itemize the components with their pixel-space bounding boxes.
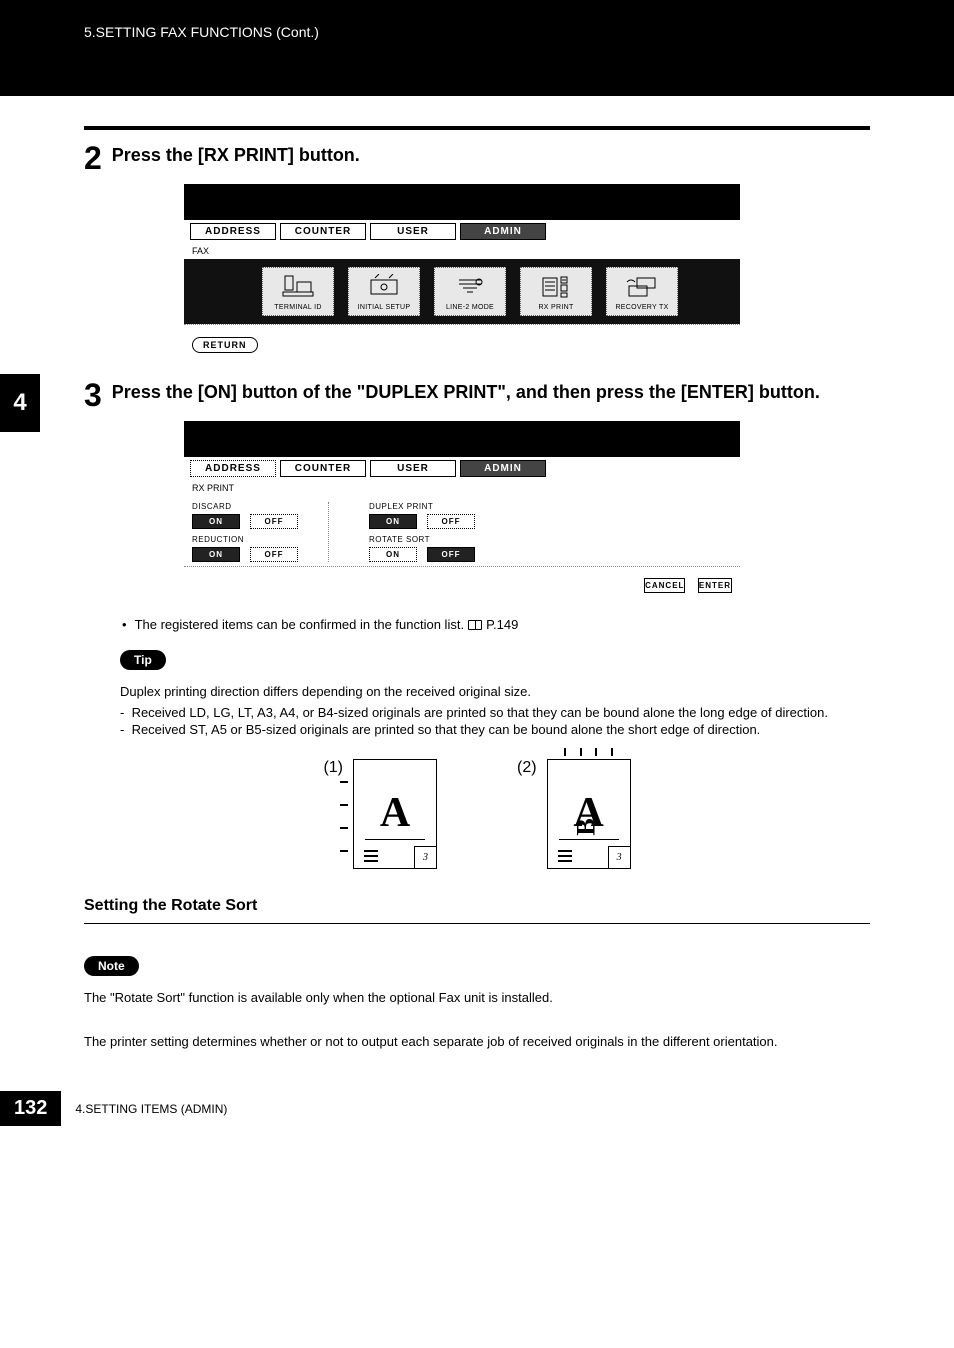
registered-note: • The registered items can be confirmed … [122, 617, 870, 632]
page-fold: 3 [608, 846, 630, 868]
recovery-tx-button[interactable]: RECOVERY TX [606, 267, 678, 316]
rotate-label: ROTATE SORT [369, 535, 475, 544]
footer-text: 4.SETTING ITEMS (ADMIN) [75, 1102, 227, 1116]
note-body: The "Rotate Sort" function is available … [84, 988, 870, 1008]
chapter-side-tab: 4 [0, 374, 40, 432]
rx-print-button[interactable]: RX PRINT [520, 267, 592, 316]
tab-address[interactable]: ADDRESS [190, 460, 276, 477]
screen-tabs: ADDRESS COUNTER USER ADMIN [184, 220, 740, 243]
tab-counter[interactable]: COUNTER [280, 460, 366, 477]
screenshot-1: ADDRESS COUNTER USER ADMIN FAX TERMINAL … [184, 184, 870, 363]
tab-address[interactable]: ADDRESS [190, 223, 276, 240]
icon-caption: TERMINAL ID [274, 304, 321, 311]
step-text: Press the [ON] button of the "DUPLEX PRI… [112, 379, 820, 404]
enter-button[interactable]: ENTER [698, 578, 732, 593]
tip-dash-1: - Received LD, LG, LT, A3, A4, or B4-siz… [120, 705, 870, 720]
recovery-tx-icon [624, 272, 660, 302]
cancel-button[interactable]: CANCEL [644, 578, 685, 593]
book-icon [468, 620, 482, 630]
step-2: 2 Press the [RX PRINT] button. [84, 142, 870, 174]
diagram-paper-2: A B 3 [547, 759, 631, 869]
duplex-label: DUPLEX PRINT [369, 502, 475, 511]
reduction-off-button[interactable]: OFF [250, 547, 298, 562]
line2-icon [452, 272, 488, 302]
step-text: Press the [RX PRINT] button. [112, 142, 360, 167]
tab-user[interactable]: USER [370, 460, 456, 477]
step-3: 3 Press the [ON] button of the "DUPLEX P… [84, 379, 870, 411]
tip-line1: Duplex printing direction differs depend… [120, 684, 870, 699]
tab-admin[interactable]: ADMIN [460, 460, 546, 477]
tab-admin[interactable]: ADMIN [460, 223, 546, 240]
rx-print-icon [538, 272, 574, 302]
divider-thin [84, 923, 870, 924]
screen-blackbar [184, 421, 740, 457]
step-number: 2 [84, 142, 102, 174]
duplex-on-button[interactable]: ON [369, 514, 417, 529]
diagram-paper-1: A 3 [353, 759, 437, 869]
page-footer: 132 4.SETTING ITEMS (ADMIN) [0, 1091, 954, 1156]
tip-dash-2: - Received ST, A5 or B5-sized originals … [120, 722, 870, 737]
icon-caption: INITIAL SETUP [358, 304, 411, 311]
registered-text: The registered items can be confirmed in… [135, 617, 465, 632]
section-heading: Setting the Rotate Sort [84, 897, 870, 915]
initial-setup-icon [366, 272, 402, 302]
duplex-diagram: (1) A 3 (2) A B 3 [84, 759, 870, 869]
tip-badge: Tip [120, 650, 166, 670]
pageref: P.149 [486, 617, 518, 632]
rotate-off-button[interactable]: OFF [427, 547, 475, 562]
page-fold: 3 [414, 846, 436, 868]
page-content: 2 Press the [RX PRINT] button. ADDRESS C… [0, 96, 954, 1091]
icon-caption: RX PRINT [538, 304, 573, 311]
return-button[interactable]: RETURN [192, 337, 258, 353]
initial-setup-button[interactable]: INITIAL SETUP [348, 267, 420, 316]
diagram-letter-A: A [380, 789, 410, 837]
screenshot-2: ADDRESS COUNTER USER ADMIN RX PRINT DISC… [184, 421, 870, 601]
terminal-id-icon [280, 272, 316, 302]
reduction-on-button[interactable]: ON [192, 547, 240, 562]
reduction-label: REDUCTION [192, 535, 298, 544]
icon-caption: LINE-2 MODE [446, 304, 494, 311]
discard-off-button[interactable]: OFF [250, 514, 298, 529]
discard-label: DISCARD [192, 502, 298, 511]
diagram-letter-B: B [571, 818, 601, 835]
screen-blackbar [184, 184, 740, 220]
screen-label: FAX [184, 243, 740, 259]
chapter-header: 5.SETTING FAX FUNCTIONS (Cont.) [0, 0, 954, 96]
chapter-title: 5.SETTING FAX FUNCTIONS (Cont.) [84, 24, 319, 40]
line2-mode-button[interactable]: LINE-2 MODE [434, 267, 506, 316]
duplex-off-button[interactable]: OFF [427, 514, 475, 529]
tab-user[interactable]: USER [370, 223, 456, 240]
step-number: 3 [84, 379, 102, 411]
terminal-id-button[interactable]: TERMINAL ID [262, 267, 334, 316]
description-text: The printer setting determines whether o… [84, 1032, 870, 1052]
note-badge: Note [84, 956, 139, 976]
discard-on-button[interactable]: ON [192, 514, 240, 529]
icon-caption: RECOVERY TX [615, 304, 668, 311]
rotate-on-button[interactable]: ON [369, 547, 417, 562]
screen-tabs: ADDRESS COUNTER USER ADMIN [184, 457, 740, 480]
page-number: 132 [0, 1091, 61, 1126]
divider-thick [84, 126, 870, 130]
tab-counter[interactable]: COUNTER [280, 223, 366, 240]
screen-label: RX PRINT [184, 480, 740, 496]
diagram-num-2: (2) [517, 759, 537, 777]
